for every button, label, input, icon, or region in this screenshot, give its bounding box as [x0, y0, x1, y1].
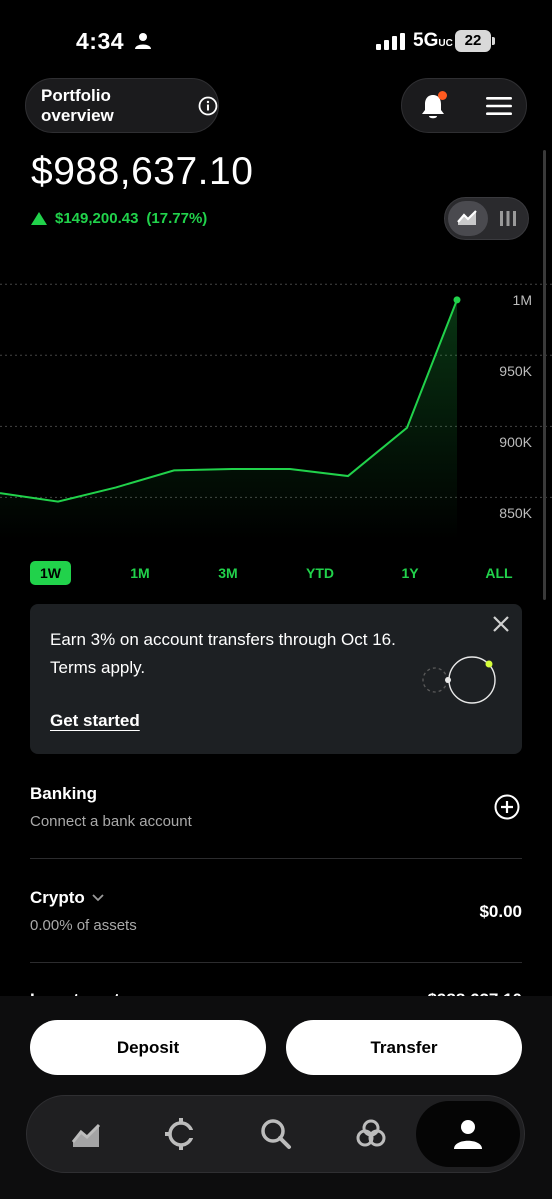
- crypto-subtitle: 0.00% of assets: [30, 917, 137, 934]
- network-icon[interactable]: [353, 1116, 389, 1152]
- chart-icon[interactable]: [68, 1116, 104, 1152]
- up-arrow-icon: [31, 212, 47, 225]
- bar-chart-icon[interactable]: [499, 209, 517, 227]
- get-started-link[interactable]: Get started: [50, 711, 140, 731]
- y-axis-label: 850K: [499, 505, 532, 522]
- notification-dot: [438, 91, 447, 100]
- transfer-button[interactable]: Transfer: [286, 1020, 522, 1075]
- tab-bar: [26, 1095, 525, 1173]
- portfolio-overview-button[interactable]: Portfolio overview: [25, 78, 219, 133]
- change-amount: $149,200.43: [55, 210, 139, 227]
- crypto-value: $0.00: [479, 902, 522, 921]
- range-1m[interactable]: 1M: [119, 561, 161, 585]
- info-icon: [198, 96, 218, 115]
- account-icon[interactable]: [450, 1116, 486, 1152]
- chart-svg: [0, 283, 552, 540]
- crypto-section[interactable]: Crypto 0.00% of assets $0.00: [30, 888, 522, 948]
- promo-text: Earn 3% on account transfers through Oct…: [50, 630, 396, 677]
- portfolio-chart: 1M 950K 900K 850K: [0, 270, 552, 540]
- battery-icon: 22: [455, 30, 495, 52]
- status-time: 4:34: [76, 28, 125, 54]
- banking-section[interactable]: Banking Connect a bank account: [30, 784, 522, 844]
- close-icon[interactable]: [492, 615, 510, 633]
- signal-icon: [376, 33, 405, 50]
- person-icon: [135, 33, 151, 49]
- banking-subtitle: Connect a bank account: [30, 813, 192, 830]
- y-axis-label: 900K: [499, 434, 532, 451]
- crypto-icon[interactable]: [163, 1116, 199, 1152]
- portfolio-balance: $988,637.10: [31, 150, 254, 193]
- crypto-title: Crypto: [30, 888, 85, 907]
- chevron-down-icon: [92, 894, 104, 902]
- divider: [30, 858, 522, 859]
- add-icon[interactable]: [494, 794, 520, 820]
- promo-card: Earn 3% on account transfers through Oct…: [30, 604, 522, 754]
- range-1w[interactable]: 1W: [30, 561, 71, 585]
- range-all[interactable]: ALL: [480, 561, 518, 585]
- y-axis-label: 950K: [499, 363, 532, 380]
- battery-level: 22: [455, 30, 491, 52]
- range-3m[interactable]: 3M: [207, 561, 249, 585]
- divider: [30, 962, 522, 963]
- portfolio-change: $149,200.43 (17.77%): [31, 210, 207, 227]
- network-type: 5GUC: [413, 30, 453, 51]
- orbit-illustration: [422, 656, 496, 704]
- banking-title: Banking: [30, 784, 98, 803]
- status-bar: 4:34 5GUC 22: [0, 22, 552, 62]
- deposit-button[interactable]: Deposit: [30, 1020, 266, 1075]
- app-screen: 4:34 5GUC 22 Portfolio overview $988,637…: [0, 0, 552, 1199]
- chart-type-toggle[interactable]: [444, 197, 529, 240]
- range-selector: 1W 1M 3M YTD 1Y ALL: [30, 561, 522, 585]
- range-ytd[interactable]: YTD: [298, 561, 342, 585]
- search-icon[interactable]: [258, 1116, 294, 1152]
- menu-icon[interactable]: [486, 96, 512, 116]
- chart-area: [0, 299, 457, 540]
- portfolio-overview-label: Portfolio overview: [41, 85, 114, 125]
- y-axis-label: 1M: [512, 292, 532, 309]
- scroll-indicator[interactable]: [543, 150, 546, 600]
- range-1y[interactable]: 1Y: [394, 561, 426, 585]
- change-percent: (17.77%): [146, 210, 208, 227]
- chart-point: [453, 296, 461, 304]
- crypto-title-row: Crypto: [30, 888, 522, 908]
- line-chart-icon[interactable]: [457, 208, 477, 226]
- header-actions: [401, 78, 527, 133]
